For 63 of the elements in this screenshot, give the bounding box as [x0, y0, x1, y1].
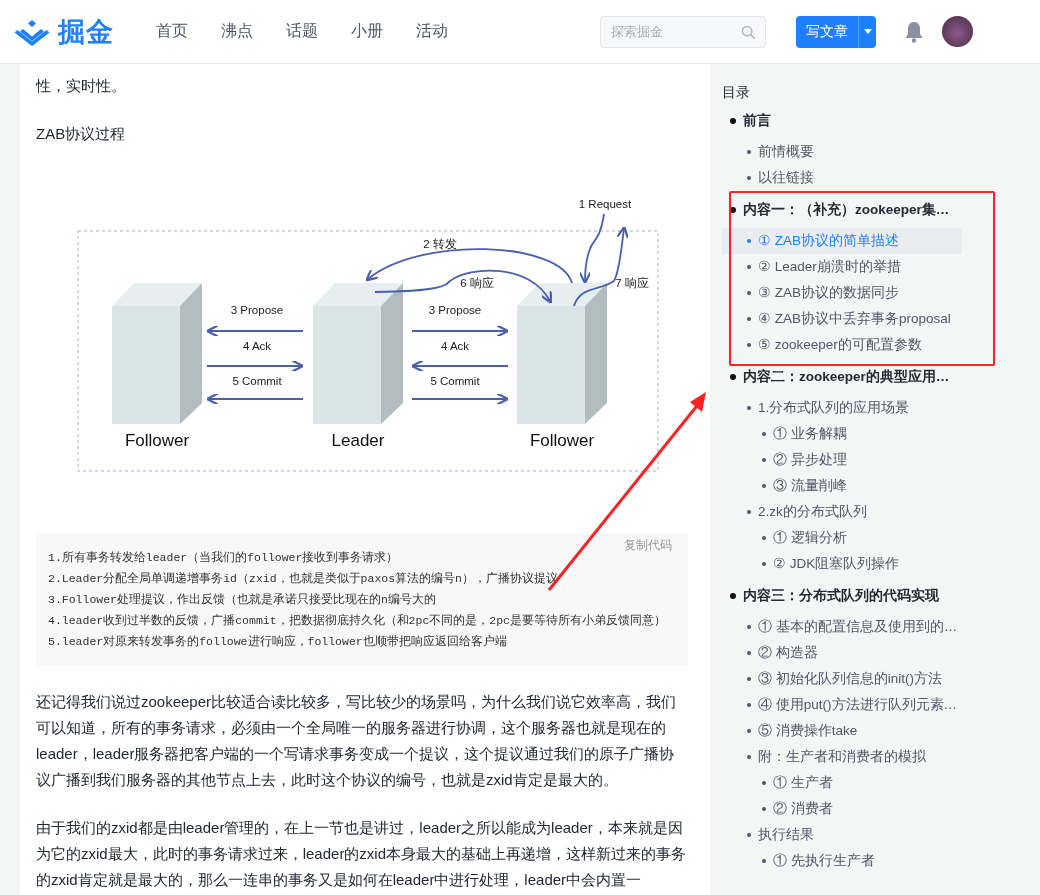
toc-item[interactable]: 前情概要	[722, 139, 962, 165]
dropdown-caret-button[interactable]	[858, 15, 876, 48]
toc-item[interactable]: ③ 流量削峰	[722, 473, 962, 499]
toc-item[interactable]: 前言	[722, 108, 962, 134]
toc-title: 目录	[722, 84, 751, 102]
toc-item[interactable]: 内容二：zookeeper的典型应用…	[722, 364, 962, 390]
paragraph: 性，实时性。	[36, 76, 127, 96]
code-line: 3.Follower处理提议，作出反馈（也就是承诺只接受比现在的n编号大的	[48, 592, 437, 608]
avatar[interactable]	[942, 16, 973, 47]
notification-bell-icon[interactable]	[904, 20, 924, 43]
toc-item[interactable]: ① 业务解耦	[722, 421, 962, 447]
message-label: 5 Commit	[232, 375, 282, 387]
toc-item[interactable]: 2.zk的分布式队列	[722, 499, 962, 525]
node-label: Leader	[331, 431, 385, 450]
message-label: 7 响应	[615, 277, 649, 289]
toc-item[interactable]: ① 先执行生产者	[722, 848, 962, 874]
toc-item[interactable]: ⑤ zookeeper的可配置参数	[722, 332, 962, 358]
write-article-button[interactable]: 写文章	[796, 15, 858, 48]
message-label: 3 Propose	[230, 304, 284, 316]
toc-item[interactable]: ② Leader崩溃时的举措	[722, 254, 962, 280]
logo-icon[interactable]	[14, 17, 50, 46]
node-label: Follower	[529, 431, 595, 450]
message-label: 4 Ack	[440, 340, 470, 352]
logo-text[interactable]: 掘金	[58, 13, 114, 50]
toc-item[interactable]: 执行结果	[722, 822, 962, 848]
toc-item[interactable]: ④ 使用put()方法进行队列元素…	[722, 692, 962, 718]
nav-link[interactable]: 首页	[156, 21, 188, 42]
toc-item[interactable]: ② 异步处理	[722, 447, 962, 473]
search-field[interactable]: 探索掘金	[600, 15, 766, 48]
caret-icon	[863, 29, 872, 34]
paragraph: 由于我们的zxid都是由leader管理的，在上一节也是讲过，leader之所以能成为leader，本来就是因为它的zxid最大，此时的事务请求过来，leader的zxid本身最大的基础上再递增，这样新过来的事务的zxid肯定就是最大的，那么一连串的事务又是如何在leader中进行处理，leader中会内置一	[36, 818, 688, 890]
message-label: 2 转发	[423, 238, 457, 250]
code-line: 2.Leader分配全局单调递增事务id（zxid，也就是类似于paxos算法的编号n），广播协议提议	[48, 571, 560, 587]
code-line: 1.所有事务转发给leader（当我们的follower接收到事务请求）	[48, 550, 400, 566]
message-label: 1 Request	[578, 198, 632, 210]
message-label: 6 响应	[460, 277, 494, 289]
nav-link[interactable]: 小册	[351, 21, 383, 42]
toc-item[interactable]: ① 生产者	[722, 770, 962, 796]
nav-link[interactable]: 活动	[416, 21, 448, 42]
toc-item[interactable]: 附：生产者和消费者的模拟	[722, 744, 962, 770]
toc-item[interactable]: 内容一：（补充）zookeeper集…	[722, 197, 962, 223]
message-label: 4 Ack	[242, 340, 272, 352]
nav-link[interactable]: 话题	[286, 21, 318, 42]
toc-item[interactable]: ① 基本的配置信息及使用到的…	[722, 614, 962, 640]
paragraph: 还记得我们说过zookeeper比较适合读比较多，写比较少的场景吗，为什么我们说它效率高，我们可以知道，所有的事务请求，必须由一个全局唯一的服务器进行协调，这个服务器也就是现在的leader，leader服务器把客户端的一个写请求事务变成一个提议，这个提议通过我们的原子广播协议广播到我们服务器的其他节点上去，此时这个协议的编号，也就是zxid肯定是最大的。	[36, 692, 678, 790]
node-label: Follower	[124, 431, 190, 450]
nav-link[interactable]: 沸点	[221, 21, 253, 42]
toc-item[interactable]: ⑤ 消费操作take	[722, 718, 962, 744]
toc-item[interactable]: ④ ZAB协议中丢弃事务proposal	[722, 306, 962, 332]
toc-item[interactable]: 以往链接	[722, 165, 962, 191]
toc-item[interactable]: ② JDK阻塞队列操作	[722, 551, 962, 577]
toc-item[interactable]: ① 逻辑分析	[722, 525, 962, 551]
code-line: 4.leader收到过半数的反馈，广播commit，把数据彻底持久化（和2pc不同的是，2pc是要等待所有小弟反馈同意）	[48, 613, 668, 629]
section-heading: ZAB协议过程	[36, 124, 127, 144]
code-line: 5.leader对原来转发事务的followe进行响应，follower也顺带把响应返回给客户端	[48, 634, 508, 650]
toc-item[interactable]: ③ 初始化队列信息的init()方法	[722, 666, 962, 692]
toc-item[interactable]: ② 构造器	[722, 640, 962, 666]
toc-item[interactable]: ② 消费者	[722, 796, 962, 822]
message-label: 5 Commit	[430, 375, 480, 387]
toc-item[interactable]: 内容三：分布式队列的代码实现	[722, 583, 962, 609]
message-label: 3 Propose	[428, 304, 482, 316]
toc-item[interactable]: 1.分布式队列的应用场景	[722, 395, 962, 421]
toc-item[interactable]: ③ ZAB协议的数据同步	[722, 280, 962, 306]
